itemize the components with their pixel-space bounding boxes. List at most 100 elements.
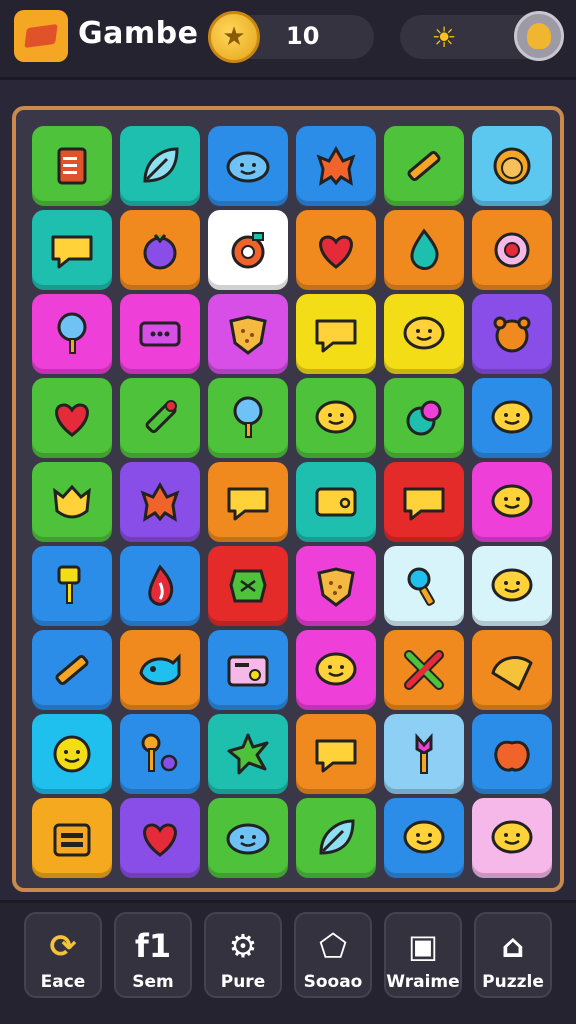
tile-rose-icon[interactable]: [384, 378, 464, 458]
umbrella-icon: [491, 656, 533, 691]
nav-button-pure[interactable]: ⚙ Pure: [204, 912, 282, 998]
tile-smile-bubble-icon[interactable]: [472, 462, 552, 542]
leaf-icon: [143, 147, 179, 183]
tile-cross-icon[interactable]: [384, 630, 464, 710]
tile-chat-bubble-icon[interactable]: [296, 294, 376, 374]
tile-chat-bubble-icon[interactable]: [384, 462, 464, 542]
tile-lion-icon[interactable]: [472, 126, 552, 206]
profile-avatar-icon[interactable]: [514, 11, 564, 61]
tile-wand-icon[interactable]: [384, 714, 464, 794]
tile-heart-icon[interactable]: [120, 798, 200, 878]
tile-ticket-icon[interactable]: [120, 294, 200, 374]
smile-bubble-icon: [491, 484, 533, 518]
nav-button-eace[interactable]: ⟳ Eace: [24, 912, 102, 998]
gear-icon: ⚙: [228, 927, 258, 965]
f1-icon: f1: [134, 927, 172, 965]
tile-leaf-icon[interactable]: [120, 126, 200, 206]
tile-chat-bubble-icon[interactable]: [296, 714, 376, 794]
tile-cloud-face-icon[interactable]: [208, 798, 288, 878]
tile-creature-icon[interactable]: [296, 126, 376, 206]
tile-creature-icon[interactable]: [120, 462, 200, 542]
nav-button-wraime[interactable]: ▣ Wraime: [384, 912, 462, 998]
tile-smile-bubble-icon[interactable]: [472, 798, 552, 878]
chat-bubble-icon: [227, 487, 269, 521]
cookie-icon: [229, 315, 267, 355]
diamond-logo-icon[interactable]: [14, 10, 68, 62]
tile-berry-icon[interactable]: [120, 210, 200, 290]
tile-robot-icon[interactable]: [32, 798, 112, 878]
smile-bubble-icon: [403, 820, 445, 854]
tile-smile-bubble-icon[interactable]: [296, 378, 376, 458]
tile-apple-icon[interactable]: [472, 714, 552, 794]
tile-smile-bubble-icon[interactable]: [384, 798, 464, 878]
tile-pencil-icon[interactable]: [32, 630, 112, 710]
tile-wallet-icon[interactable]: [296, 462, 376, 542]
pencil-icon: [55, 654, 89, 686]
tile-flame-icon[interactable]: [120, 546, 200, 626]
tile-key-icon[interactable]: [32, 546, 112, 626]
smile-bubble-icon: [403, 316, 445, 350]
tile-smile-bubble-icon[interactable]: [472, 546, 552, 626]
tile-radio-icon[interactable]: [208, 630, 288, 710]
tile-pin-icon[interactable]: [120, 714, 200, 794]
game-board: [12, 106, 564, 892]
brush-icon: [407, 567, 435, 606]
smile-bubble-icon: [491, 400, 533, 434]
app-title: Gambe: [78, 16, 199, 51]
nav-button-sem[interactable]: f1 Sem: [114, 912, 192, 998]
tile-brush-icon[interactable]: [384, 546, 464, 626]
wand-icon: [415, 733, 433, 774]
heart-icon: [55, 403, 89, 437]
tile-lollipop-icon[interactable]: [208, 378, 288, 458]
heart-icon: [319, 235, 353, 269]
star-coin-icon: ★: [208, 11, 260, 63]
refresh-icon: ⟳: [49, 927, 77, 965]
leaf-icon: [319, 819, 355, 855]
wallet-icon: [315, 487, 357, 517]
tile-bear-icon[interactable]: [472, 294, 552, 374]
tile-cloud-face-icon[interactable]: [208, 126, 288, 206]
tile-cookie-icon[interactable]: [296, 546, 376, 626]
tile-leaf-icon[interactable]: [296, 798, 376, 878]
tile-pencil-icon[interactable]: [384, 126, 464, 206]
cross-icon: [404, 650, 444, 690]
apple-icon: [494, 740, 530, 772]
pin-icon: [141, 733, 178, 772]
tile-orange-icon[interactable]: [208, 210, 288, 290]
marker-icon: [145, 400, 177, 434]
key-icon: [57, 565, 81, 604]
sun-icon[interactable]: ☀: [426, 19, 462, 55]
tile-cookie-icon[interactable]: [208, 294, 288, 374]
tile-smile-bubble-icon[interactable]: [296, 630, 376, 710]
tile-drop-icon[interactable]: [384, 210, 464, 290]
smile-bubble-icon: [491, 568, 533, 602]
tile-chat-bubble-icon[interactable]: [208, 462, 288, 542]
cloud-face-icon: [226, 151, 270, 183]
tile-heart-icon[interactable]: [296, 210, 376, 290]
nav-label: Puzzle: [482, 972, 544, 992]
tile-chat-bubble-icon[interactable]: [32, 210, 112, 290]
nav-button-sooao[interactable]: ⬠ Sooao: [294, 912, 372, 998]
tile-smile-bubble-icon[interactable]: [384, 294, 464, 374]
radio-icon: [227, 655, 269, 687]
tile-face-icon[interactable]: [32, 714, 112, 794]
tile-lollipop-icon[interactable]: [32, 294, 112, 374]
coin-count: 10: [286, 22, 320, 50]
tile-whale-icon[interactable]: [120, 630, 200, 710]
tile-flower-icon[interactable]: [472, 210, 552, 290]
tile-splat-icon[interactable]: [208, 714, 288, 794]
smile-bubble-icon: [491, 820, 533, 854]
flame-icon: [148, 564, 174, 606]
nav-label: Sooao: [303, 972, 363, 992]
tile-marker-icon[interactable]: [120, 378, 200, 458]
bear-icon: [493, 316, 531, 353]
nav-button-puzzle[interactable]: ⌂ Puzzle: [474, 912, 552, 998]
tile-umbrella-icon[interactable]: [472, 630, 552, 710]
tile-smile-bubble-icon[interactable]: [472, 378, 552, 458]
pencil-icon: [407, 150, 441, 182]
lollipop-icon: [57, 312, 87, 354]
tile-bandage-icon[interactable]: [208, 546, 288, 626]
tile-cat-icon[interactable]: [32, 462, 112, 542]
tile-heart-icon[interactable]: [32, 378, 112, 458]
tile-clipboard-icon[interactable]: [32, 126, 112, 206]
